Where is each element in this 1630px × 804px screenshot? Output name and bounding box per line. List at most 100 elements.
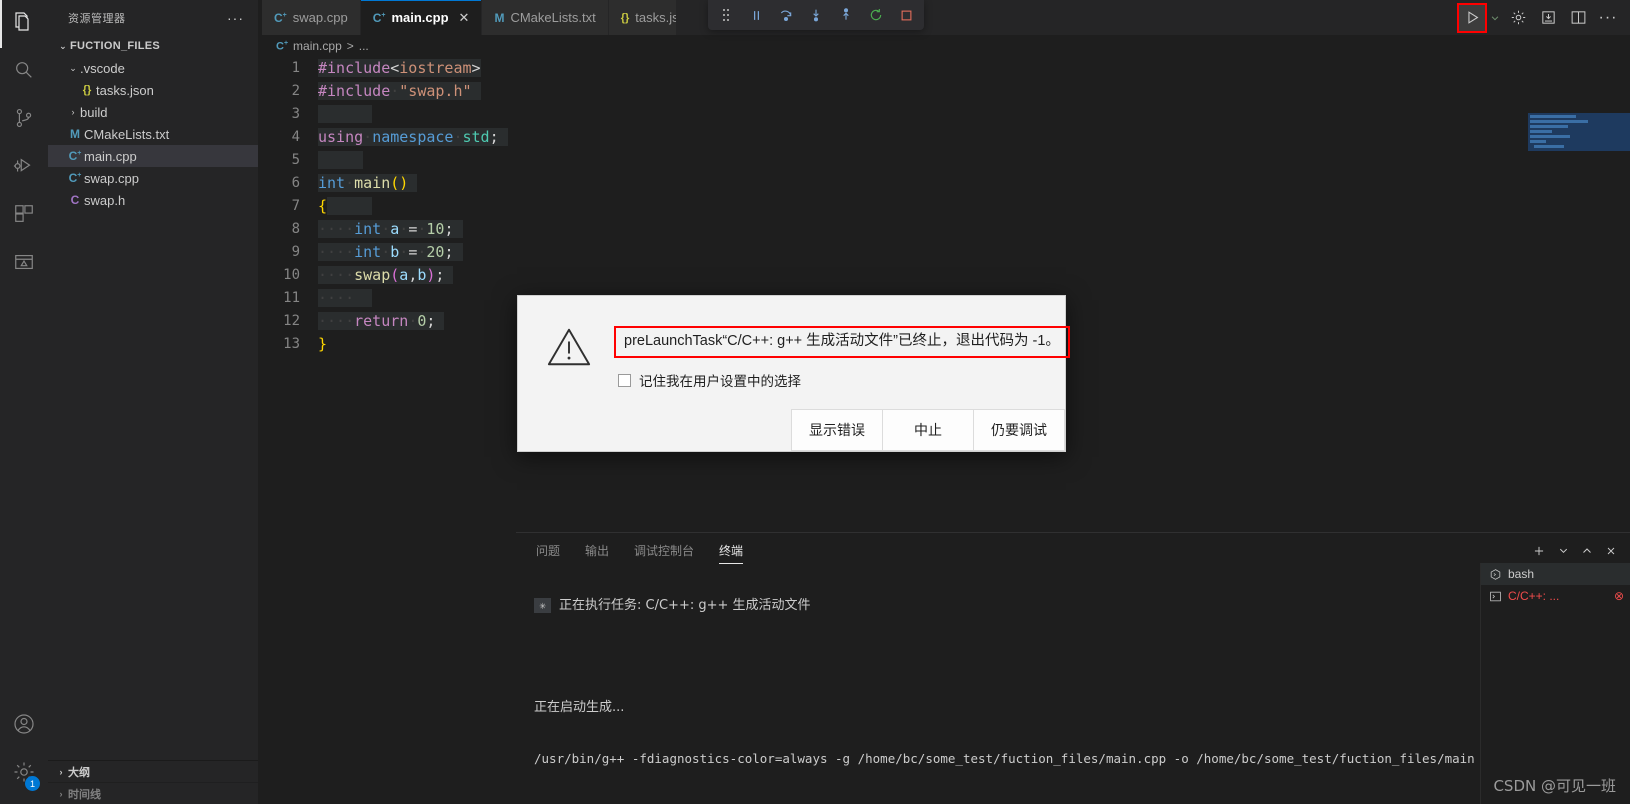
debug-stop-button[interactable]	[892, 1, 920, 29]
editor-tabs: C+ swap.cpp C+ main.cpp ✕ M CMakeLists.t…	[258, 0, 1630, 35]
task-star-icon: ✳	[534, 598, 551, 613]
explorer-root-folder[interactable]: ⌄ FUCTION_FILES	[48, 35, 258, 57]
activity-item-manage[interactable]: 1	[0, 750, 48, 798]
tree-item-cmakelists[interactable]: M CMakeLists.txt	[48, 123, 258, 145]
new-terminal-button[interactable]	[1528, 540, 1550, 562]
run-button[interactable]	[1457, 2, 1487, 33]
debug-step-out-button[interactable]	[832, 1, 860, 29]
tree-item-label: .vscode	[80, 60, 125, 76]
tree-item-swap-cpp[interactable]: C+ swap.cpp	[48, 167, 258, 189]
split-editor-button[interactable]	[1564, 4, 1592, 32]
panel-tab-label: 输出	[585, 544, 610, 558]
debug-restart-button[interactable]	[862, 1, 890, 29]
tab-main-cpp[interactable]: C+ main.cpp ✕	[360, 0, 483, 35]
line-content: int·main()	[318, 172, 418, 195]
tree-item-label: main.cpp	[84, 148, 137, 164]
explorer-more-icon[interactable]: ···	[221, 10, 250, 26]
abort-button[interactable]: 中止	[882, 409, 974, 451]
tree-item-vscode[interactable]: ⌄ .vscode	[48, 57, 258, 79]
line-content: #include<iostream>	[318, 59, 481, 77]
activity-item-accounts[interactable]	[0, 702, 48, 750]
source-control-icon	[13, 107, 35, 134]
terminal-list-item-cpp-task[interactable]: C/C++: ... ⊗	[1481, 585, 1630, 607]
close-panel-button[interactable]	[1600, 540, 1622, 562]
panel-tab-label: 问题	[536, 544, 561, 558]
chevron-up-icon	[1583, 547, 1591, 553]
play-icon	[1467, 11, 1478, 24]
gear-icon	[1511, 10, 1525, 25]
line-number: 2	[291, 83, 300, 99]
debug-anyway-button[interactable]: 仍要调试	[973, 409, 1065, 451]
tree-item-label: swap.h	[84, 192, 126, 208]
line-content: #include·"swap.h"	[318, 80, 481, 103]
terminal-line: /usr/bin/g++ -fdiagnostics-color=always …	[534, 750, 1480, 767]
minimap[interactable]	[1520, 79, 1630, 532]
line-number: 10	[283, 267, 300, 283]
breadcrumb-file[interactable]: main.cpp	[293, 39, 342, 53]
maximize-panel-button[interactable]	[1576, 540, 1598, 562]
activity-item-source-control[interactable]	[0, 96, 48, 144]
show-errors-button[interactable]: 显示错误	[791, 409, 883, 451]
activity-item-search[interactable]	[0, 48, 48, 96]
json-file-icon: {}	[82, 84, 92, 96]
dialog-message: preLaunchTask“C/C++: g++ 生成活动文件”已终止，退出代码…	[614, 326, 1070, 358]
json-file-icon: {}	[620, 11, 630, 24]
line-number: 9	[291, 244, 300, 260]
tree-item-build[interactable]: › build	[48, 101, 258, 123]
run-dropdown-button[interactable]	[1488, 4, 1502, 32]
plus-icon	[1534, 546, 1544, 555]
debug-step-into-button[interactable]	[802, 1, 830, 29]
terminal-kill-icon[interactable]: ⊗	[1614, 589, 1624, 603]
debug-pause-button[interactable]	[742, 1, 770, 29]
line-content: ····int·b·=·20;	[318, 241, 463, 264]
minimap-line	[1530, 140, 1546, 143]
minimap-line	[1534, 145, 1564, 148]
breadcrumb[interactable]: C+ main.cpp > ...	[258, 35, 1630, 57]
close-icon[interactable]: ✕	[459, 10, 470, 26]
line-content	[318, 103, 373, 126]
tree-item-tasks-json[interactable]: {} tasks.json	[48, 79, 258, 101]
code-line: 3	[258, 103, 1630, 126]
tree-item-main-cpp[interactable]: C+ main.cpp	[48, 145, 258, 167]
editor-actions: ···	[1457, 0, 1630, 35]
explorer-header: 资源管理器 ···	[48, 0, 258, 35]
breadcrumb-tail[interactable]: ...	[359, 39, 369, 53]
terminal-list: bash C/C++: ... ⊗	[1480, 563, 1630, 804]
tab-swap-cpp[interactable]: C+ swap.cpp	[262, 0, 361, 35]
debug-drag-handle[interactable]	[712, 1, 740, 29]
chevron-down-icon: ⌄	[69, 62, 77, 73]
line-content: ····swap(a,b);	[318, 264, 454, 287]
remember-choice-checkbox-row[interactable]: 记住我在用户设置中的选择	[614, 370, 1070, 390]
cpp-file-icon: C+	[276, 39, 289, 53]
chevron-down-icon: ⌄	[59, 40, 67, 51]
dialog-body: preLaunchTask“C/C++: g++ 生成活动文件”已终止，退出代码…	[518, 296, 1070, 390]
step-out-icon	[843, 8, 849, 20]
tab-cmakelists[interactable]: M CMakeLists.txt	[482, 0, 609, 35]
tab-tasks-json[interactable]: {} tasks.js	[608, 0, 677, 35]
explorer-root-label: FUCTION_FILES	[70, 40, 161, 52]
more-actions-button[interactable]: ···	[1594, 4, 1622, 32]
debug-step-over-button[interactable]	[772, 1, 800, 29]
step-into-icon	[813, 9, 819, 22]
chevron-down-icon	[1491, 15, 1499, 20]
outline-label: 大纲	[68, 766, 90, 779]
line-number: 13	[283, 336, 300, 352]
settings-button[interactable]	[1504, 4, 1532, 32]
tree-item-swap-h[interactable]: C swap.h	[48, 189, 258, 211]
minimap-line	[1530, 125, 1568, 128]
panel-tab-label: 终端	[719, 544, 744, 558]
sidebar-section-outline[interactable]: › 大纲	[48, 760, 258, 782]
checkbox[interactable]	[618, 373, 631, 387]
terminal-list-item-bash[interactable]: bash	[1481, 563, 1630, 585]
activity-item-extensions[interactable]	[0, 192, 48, 240]
terminal-output[interactable]: ✳ 正在执行任务: C/C++: g++ 生成活动文件 正在启动生成... /u…	[516, 563, 1480, 804]
terminal-dropdown-button[interactable]	[1552, 540, 1574, 562]
pause-icon	[753, 10, 759, 20]
minimap-line	[1530, 120, 1588, 123]
run-file-button[interactable]	[1534, 4, 1562, 32]
activity-item-remote-explorer[interactable]	[0, 240, 48, 288]
activity-item-run-and-debug[interactable]	[0, 144, 48, 192]
activity-item-explorer[interactable]	[0, 0, 48, 48]
sidebar-section-timeline[interactable]: › 时间线	[48, 782, 258, 804]
timeline-label: 时间线	[68, 788, 101, 801]
